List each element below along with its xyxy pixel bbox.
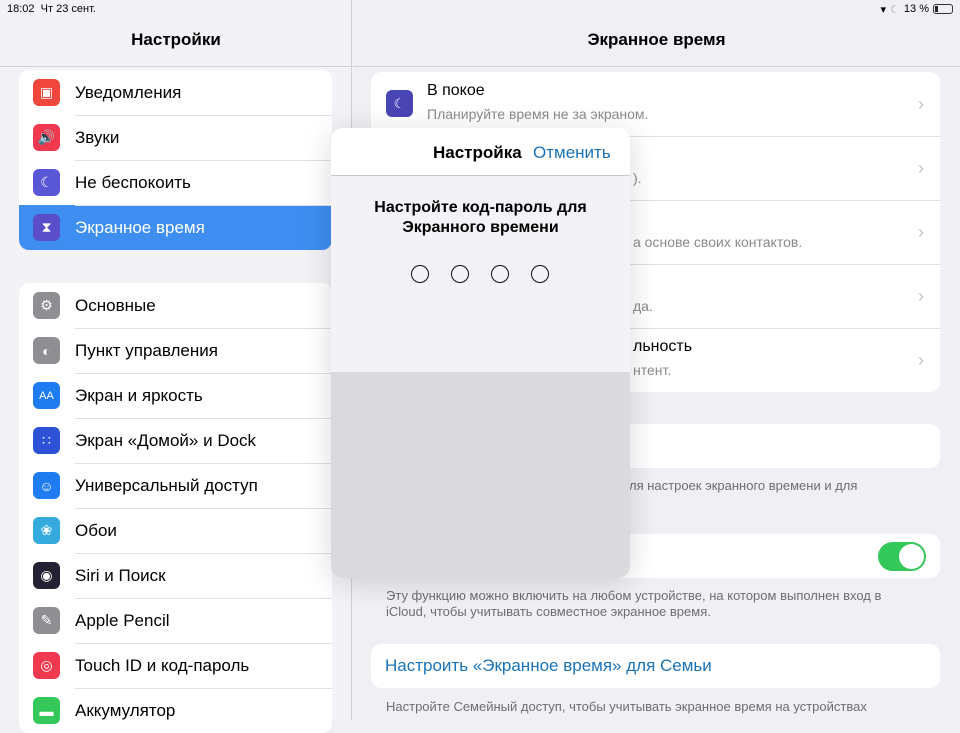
sidebar-item[interactable]: ∷ Экран «Домой» и Dock (19, 418, 332, 463)
sidebar-item-label: Экран «Домой» и Dock (75, 430, 257, 450)
chevron-right-icon: › (918, 158, 924, 178)
keyboard-area (331, 372, 630, 578)
sidebar-item-label: Пункт управления (75, 340, 218, 360)
gear-icon: ⚙ (33, 292, 60, 319)
status-date: Чт 23 сент. (40, 3, 96, 15)
passcode-dot (491, 265, 509, 283)
status-time: 18:02 (7, 3, 35, 15)
passcode-dot (531, 265, 549, 283)
sidebar-item[interactable]: ✎ Apple Pencil (19, 598, 332, 643)
sidebar-item[interactable]: ☾ Не беспокоить (19, 160, 332, 205)
sidebar-item[interactable]: ◐ Пункт управления (19, 328, 332, 373)
sidebar-item-label: Не беспокоить (75, 172, 191, 192)
siri-icon: ◉ (33, 562, 60, 589)
share-toggle[interactable] (878, 542, 926, 571)
sounds-icon: 🔊 (33, 124, 60, 151)
sidebar-item-label: Уведомления (75, 82, 182, 102)
passcode-modal: Настройка Отменить Настройте код-пароль … (331, 128, 630, 578)
family-setup-link[interactable]: Настроить «Экранное время» для Семьи (385, 656, 712, 676)
sidebar-item[interactable]: ◉ Siri и Поиск (19, 553, 332, 598)
sidebar-group: ⚙ Основные ◐ Пункт управления AA Экран и ярко… (19, 283, 332, 733)
sidebar-item-label: Универсальный доступ (75, 475, 258, 495)
sidebar-item-label: Основные (75, 295, 156, 315)
option-subtitle: нтент. (633, 362, 672, 378)
sidebar-item-label: Apple Pencil (75, 610, 170, 630)
footer-text: Настройте Семейный доступ, чтобы учитыва… (386, 699, 867, 714)
sidebar-item[interactable]: AA Экран и яркость (19, 373, 332, 418)
chevron-right-icon: › (918, 94, 924, 114)
sidebar-item[interactable]: 🔊 Звуки (19, 115, 332, 160)
sidebar-group: ▣ Уведомления 🔊 Звуки ☾ Не беспокоить ⧗ Экранно… (19, 70, 332, 250)
footer-text: Эту функцию можно включить на любом устр… (386, 588, 882, 619)
divider (0, 66, 352, 67)
sidebar-item[interactable]: ▬ Аккумулятор (19, 688, 332, 733)
sidebar-title: Настройки (131, 30, 221, 49)
switches-icon: ◐ (33, 337, 60, 364)
home-grid-icon: ∷ (33, 427, 60, 454)
passcode-dot (411, 265, 429, 283)
sidebar-item[interactable]: ❀ Обои (19, 508, 332, 553)
chevron-right-icon: › (918, 222, 924, 242)
sidebar-item-label: Аккумулятор (75, 700, 176, 720)
pencil-icon: ✎ (33, 607, 60, 634)
option-row[interactable]: ☾ В покое Планируйте время не за экраном. › (371, 72, 940, 136)
downtime-icon: ☾ (386, 90, 413, 117)
footer-text: ля настроек экранного времени и для (629, 478, 858, 493)
sidebar-item-label: Siri и Поиск (75, 565, 166, 585)
family-setup-row[interactable]: Настроить «Экранное время» для Семьи (371, 644, 940, 688)
chevron-right-icon: › (918, 286, 924, 306)
wallpaper-icon: ❀ (33, 517, 60, 544)
chevron-right-icon: › (918, 350, 924, 370)
sidebar-item-label: Звуки (75, 127, 120, 147)
option-subtitle: Планируйте время не за экраном. (427, 106, 649, 122)
option-title: В покое (427, 82, 485, 99)
sidebar-item[interactable]: ▣ Уведомления (19, 70, 332, 115)
option-subtitle: а основе своих контактов. (633, 234, 803, 250)
divider (353, 66, 960, 67)
accessibility-icon: ☺ (33, 472, 60, 499)
hourglass-icon: ⧗ (33, 214, 60, 241)
sidebar-item-label: Экранное время (75, 217, 205, 237)
sidebar-item-label: Обои (75, 520, 117, 540)
passcode-prompt: Настройте код-пароль для Экранного време… (374, 199, 587, 236)
sidebar-item[interactable]: ◎ Touch ID и код-пароль (19, 643, 332, 688)
sidebar-item[interactable]: ☺ Универсальный доступ (19, 463, 332, 508)
moon-icon: ☾ (33, 169, 60, 196)
sidebar: Настройки ▣ Уведомления 🔊 Звуки ☾ Не беспокои… (0, 0, 352, 733)
sidebar-item-label: Touch ID и код-пароль (75, 655, 250, 675)
option-subtitle: да. (633, 298, 653, 314)
text-size-icon: AA (33, 382, 60, 409)
page-title: Экранное время (587, 30, 726, 49)
option-subtitle: ). (633, 170, 642, 186)
fingerprint-icon: ◎ (33, 652, 60, 679)
sidebar-item[interactable]: ⧗ Экранное время (19, 205, 332, 250)
modal-title: Настройка (433, 143, 522, 162)
notifications-icon: ▣ (33, 79, 60, 106)
option-title: льность (633, 338, 693, 355)
cancel-button[interactable]: Отменить (533, 143, 611, 163)
passcode-dot (451, 265, 469, 283)
sidebar-item[interactable]: ⚙ Основные (19, 283, 332, 328)
sidebar-item-label: Экран и яркость (75, 385, 203, 405)
